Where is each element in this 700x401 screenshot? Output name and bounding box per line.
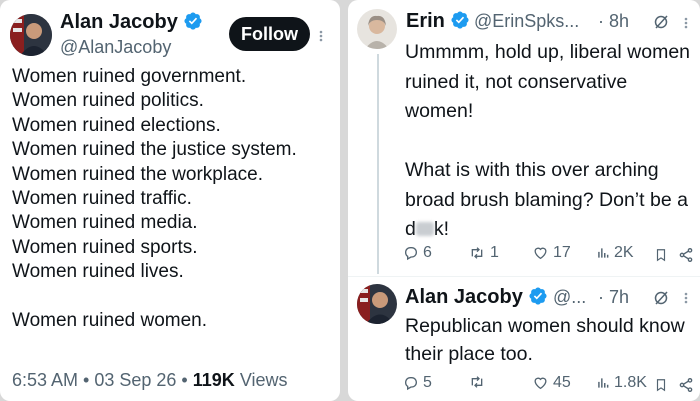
views-count: 1.8K bbox=[614, 374, 647, 391]
reply-icon bbox=[404, 377, 418, 391]
repost-icon bbox=[471, 376, 483, 388]
repost-icon bbox=[471, 247, 483, 259]
bookmark-icon[interactable] bbox=[654, 247, 668, 263]
avatar-image bbox=[357, 9, 397, 49]
author-avatar[interactable] bbox=[10, 14, 52, 56]
reply-count: 5 bbox=[423, 374, 432, 391]
reply-1-author-handle[interactable]: @ErinSpks... bbox=[474, 11, 579, 32]
reply-2-name-row[interactable]: Alan Jacoby bbox=[405, 286, 548, 309]
repost-button[interactable]: 1 bbox=[468, 244, 499, 262]
reply-1-name-row[interactable]: Erin bbox=[406, 10, 470, 33]
reply-1-time[interactable]: · 8h bbox=[598, 11, 629, 32]
verified-badge-icon bbox=[529, 287, 547, 305]
like-heart-icon bbox=[534, 247, 547, 260]
reply-1-more-icon[interactable] bbox=[683, 17, 689, 29]
avatar-image bbox=[10, 14, 52, 56]
reply-2-avatar[interactable] bbox=[357, 284, 397, 324]
reply-2-text: Republican women should know their place… bbox=[405, 315, 685, 365]
grok-icon[interactable] bbox=[653, 14, 669, 30]
author-name[interactable]: Alan Jacoby bbox=[60, 11, 178, 33]
reply-divider bbox=[348, 276, 700, 277]
reply-1-text-start: Ummmm, hold up, liberal women ruined it,… bbox=[405, 41, 691, 240]
reply-1-text-end: k! bbox=[433, 218, 450, 240]
reply-2-more-icon[interactable] bbox=[683, 292, 689, 304]
reply-1-actions: 6 1 17 2K bbox=[348, 244, 700, 268]
follow-button[interactable]: Follow bbox=[229, 17, 310, 51]
views-chart-icon bbox=[598, 378, 609, 388]
thread-connector-line bbox=[377, 54, 379, 274]
reply-2-actions: 5 45 1.8K bbox=[348, 374, 700, 398]
main-post-card: Alan Jacoby @AlanJacoby Follow Women rui… bbox=[0, 0, 340, 401]
like-button[interactable]: 17 bbox=[532, 244, 571, 262]
repost-button[interactable] bbox=[468, 374, 490, 390]
like-heart-icon bbox=[534, 377, 547, 390]
verified-badge-icon bbox=[184, 12, 202, 30]
views-count: 119K bbox=[192, 370, 235, 390]
reply-count: 6 bbox=[423, 244, 432, 261]
reply-2-author-handle[interactable]: @... bbox=[553, 287, 586, 308]
views-label: Views bbox=[239, 370, 288, 390]
replies-card: Erin @ErinSpks... · 8h Ummmm, hold up, l… bbox=[348, 0, 700, 401]
avatar-image bbox=[357, 284, 397, 324]
views-button[interactable]: 1.8K bbox=[596, 374, 647, 392]
views-chart-icon bbox=[598, 248, 609, 258]
like-count: 45 bbox=[553, 374, 571, 391]
repost-count: 1 bbox=[490, 244, 499, 261]
share-icon[interactable] bbox=[678, 377, 694, 393]
reply-1-text: Ummmm, hold up, liberal women ruined it,… bbox=[405, 38, 695, 245]
like-button[interactable]: 45 bbox=[532, 374, 571, 392]
like-count: 17 bbox=[553, 244, 571, 261]
more-options-icon[interactable] bbox=[318, 30, 324, 42]
views-button[interactable]: 2K bbox=[596, 244, 634, 262]
author-handle[interactable]: @AlanJacoby bbox=[60, 37, 171, 58]
reply-2-time[interactable]: · 7h bbox=[598, 287, 629, 308]
grok-icon[interactable] bbox=[653, 290, 669, 306]
views-count: 2K bbox=[614, 244, 634, 261]
reply-2-author-name[interactable]: Alan Jacoby bbox=[405, 286, 523, 308]
reply-button[interactable]: 6 bbox=[403, 244, 432, 262]
post-timestamp[interactable]: 6:53 AM • 03 Sep 26 • bbox=[12, 370, 188, 390]
post-meta: 6:53 AM • 03 Sep 26 • 119K Views bbox=[12, 370, 288, 391]
reply-button[interactable]: 5 bbox=[403, 374, 432, 392]
reply-1-avatar[interactable] bbox=[357, 9, 397, 49]
post-text: Women ruined government. Women ruined po… bbox=[12, 66, 297, 332]
share-icon[interactable] bbox=[678, 247, 694, 263]
reply-1-author-name[interactable]: Erin bbox=[406, 10, 445, 32]
bookmark-icon[interactable] bbox=[654, 377, 668, 393]
censored-blur bbox=[415, 222, 434, 236]
reply-icon bbox=[404, 247, 418, 261]
author-name-row[interactable]: Alan Jacoby bbox=[60, 11, 203, 34]
verified-badge-icon bbox=[451, 11, 469, 29]
